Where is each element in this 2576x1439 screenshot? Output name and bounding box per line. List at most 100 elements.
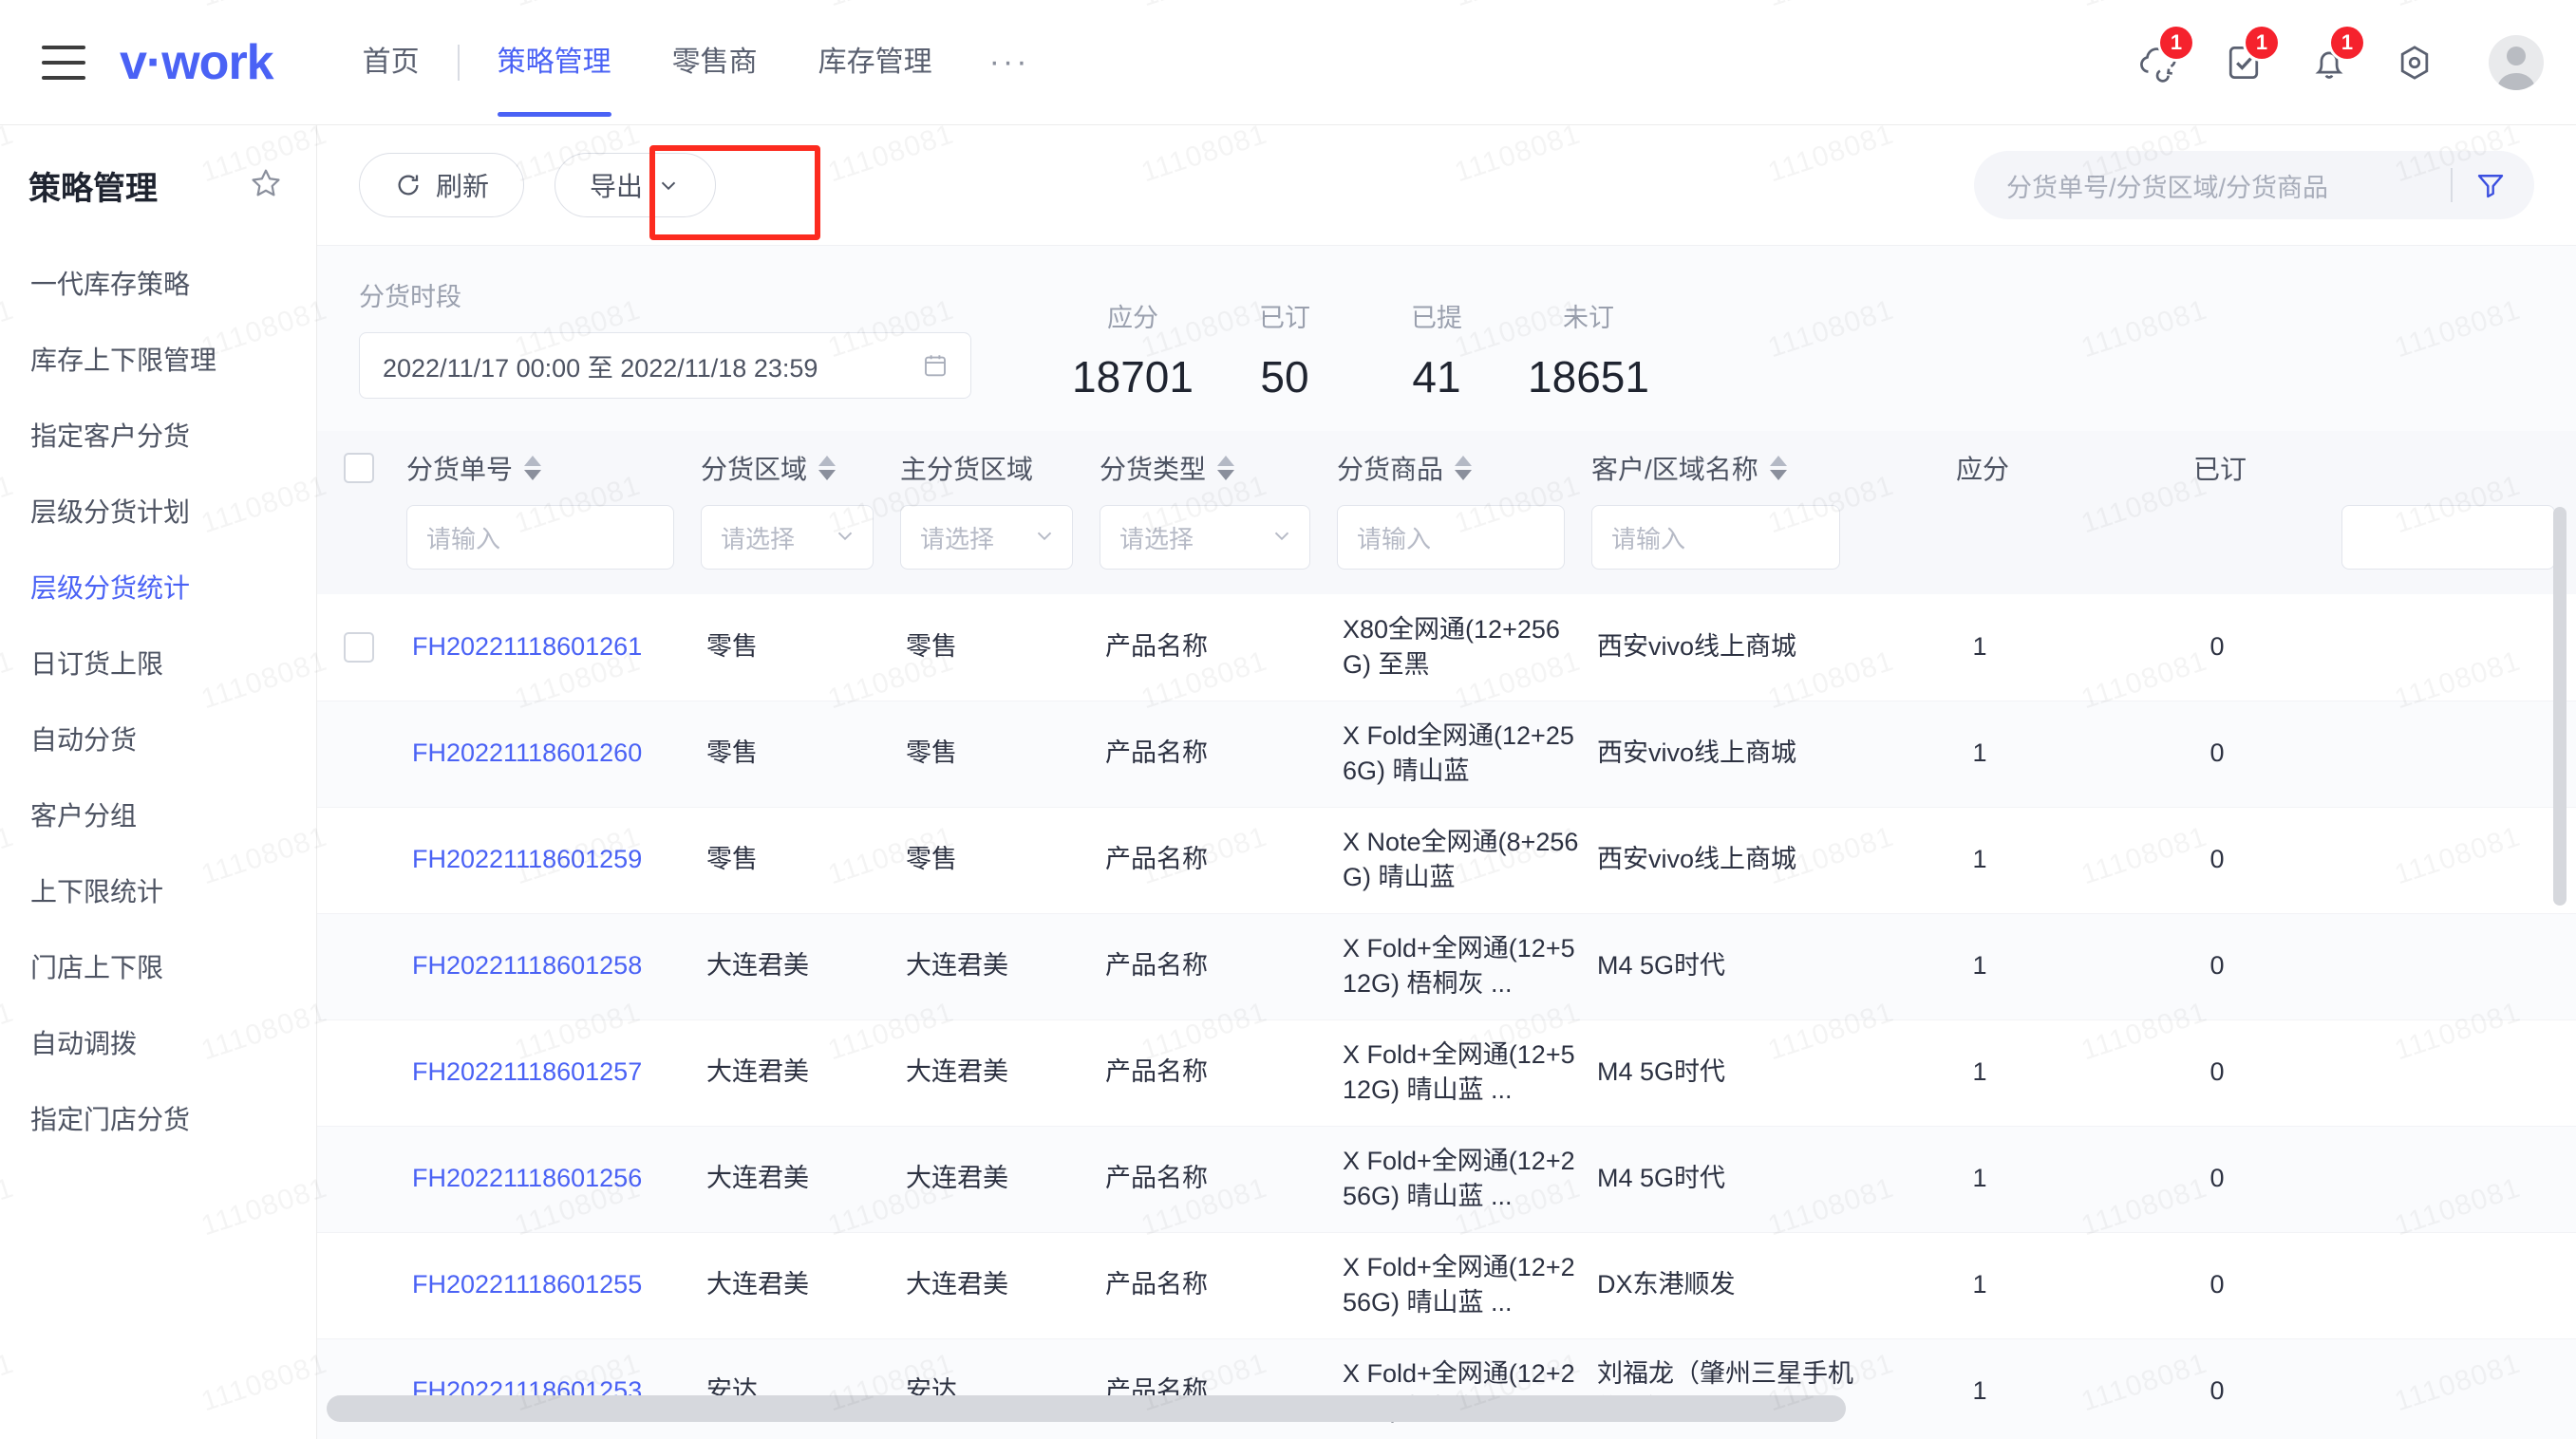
sidebar-item-designated-store[interactable]: 指定门店分货 [0,1080,316,1156]
row-checkbox[interactable] [344,631,374,663]
table-row[interactable]: FH20221118601256 大连君美 大连君美 产品名称 X Fold+全网通(1… [317,1126,2576,1233]
cell-order-no-text[interactable]: FH20221118601257 [406,1055,689,1090]
refresh-button[interactable]: 刷新 [359,153,525,217]
table-head: 分货单号 分货区域 主分货区域 分货类型 分货商品 客户/区域名称 应分 已订 … [317,431,2576,594]
cell-should-text: 1 [1972,1057,1987,1087]
task-check-icon[interactable]: 1 [2219,26,2278,87]
cell-order-no[interactable]: FH20221118601253 [401,1338,695,1439]
cell-order-no[interactable]: FH20221118601256 [401,1126,695,1233]
cell-order-no[interactable]: FH20221118601257 [401,1019,695,1127]
nav-item-strategy[interactable]: 策略管理 [467,47,642,117]
hamburger-icon[interactable] [42,45,85,80]
table-row[interactable]: FH20221118601253安达安达产品名称X Fold+全网通(12+25… [317,1338,2576,1439]
cell-should: 1 [1861,594,2098,701]
sort-icon[interactable] [818,456,837,480]
filter-select-main-zone[interactable]: 请选择 [900,505,1073,570]
cell-order-no-text[interactable]: FH20221118601259 [406,842,689,877]
cell-zone: 大连君美 [695,1019,894,1127]
vertical-scrollbar-thumb[interactable] [2553,507,2567,906]
nav-more-icon[interactable]: ··· [963,46,1057,79]
sort-icon[interactable] [524,456,542,480]
settings-hex-icon[interactable] [2390,38,2439,87]
sidebar-item-customer-group[interactable]: 客户分组 [0,776,316,852]
cell-main-zone: 大连君美 [894,1126,1094,1233]
cell-order-no-text[interactable]: FH20221118601256 [406,1161,689,1196]
cell-customer: 西安vivo线上商城 [1586,701,1861,808]
table-row[interactable]: FH20221118601261 零售 零售 产品名称 X80全网通(12+256G) … [317,594,2576,701]
sort-icon[interactable] [1455,456,1473,480]
sidebar-item-inventory-limits[interactable]: 库存上下限管理 [0,321,316,397]
sidebar-item-designated-customer[interactable]: 指定客户分货 [0,397,316,473]
th-order-no[interactable]: 分货单号 [401,431,695,505]
filter-cell-ordered [2098,505,2336,594]
cell-main-zone: 大连君美 [894,913,1094,1020]
cell-order-no-text[interactable]: FH20221118601258 [406,948,689,983]
search-box[interactable]: 分货单号/分货区域/分货商品 [1974,151,2534,219]
vertical-scrollbar[interactable] [2553,431,2570,1439]
table-row[interactable]: FH20221118601255 大连君美 大连君美 产品名称 X Fold+全网通(1… [317,1232,2576,1339]
sort-icon[interactable] [1769,456,1787,480]
filter-input-order-no[interactable]: 请输入 [406,505,674,570]
cell-order-no[interactable]: FH20221118601261 [401,594,695,701]
filter-select-dist-type[interactable]: 请选择 [1100,505,1310,570]
cell-order-no[interactable]: FH20221118601258 [401,913,695,1020]
metric-label: 未订 [1563,304,1614,332]
sidebar-item-tiered-plan[interactable]: 层级分货计划 [0,473,316,549]
cell-goods: X Fold全网通(12+256G) 晴山蓝 [1331,701,1586,808]
user-avatar[interactable] [2489,34,2544,90]
search-input[interactable]: 分货单号/分货区域/分货商品 [2006,167,2443,204]
cloud-sync-icon[interactable]: 1 [2134,26,2192,87]
nav-item-retailer[interactable]: 零售商 [642,47,788,77]
sidebar-item-limit-stats[interactable]: 上下限统计 [0,852,316,928]
sidebar-item-auto-distribution[interactable]: 自动分货 [0,701,316,776]
table-scroll-area[interactable]: 分货单号 分货区域 主分货区域 分货类型 分货商品 客户/区域名称 应分 已订 … [317,431,2576,1439]
filter-input-goods[interactable]: 请输入 [1337,505,1565,570]
row-select-cell [317,1126,401,1233]
sidebar-item-store-limits[interactable]: 门店上下限 [0,928,316,1004]
date-range-input[interactable]: 2022/11/17 00:00 至 2022/11/18 23:59 [359,332,971,399]
cell-should-text: 1 [1972,1164,1987,1193]
brand-logo[interactable]: v·work [120,34,274,91]
table-row[interactable]: FH20221118601260 零售 零售 产品名称 X Fold全网通(12+256… [317,701,2576,808]
cell-order-no[interactable]: FH20221118601255 [401,1232,695,1339]
table-row[interactable]: FH20221118601257 大连君美 大连君美 产品名称 X Fold+全网通(1… [317,1019,2576,1127]
top-header-bar: v·work 首页 策略管理 零售商 库存管理 ··· 1 1 1 [0,0,2576,125]
sidebar-item-auto-transfer[interactable]: 自动调拨 [0,1004,316,1080]
nav-item-home[interactable]: 首页 [332,47,450,77]
cell-order-no[interactable]: FH20221118601260 [401,701,695,808]
filter-input-customer[interactable]: 请输入 [1591,505,1840,570]
table-row[interactable]: FH20221118601259 零售 零售 产品名称 X Note全网通(8+256G… [317,807,2576,914]
star-outline-icon[interactable] [248,165,284,206]
calendar-icon[interactable] [921,351,950,380]
th-dist-type[interactable]: 分货类型 [1094,431,1331,505]
th-select-all [317,431,401,505]
toolbar: 刷新 导出 分货单号/分货区域/分货商品 [317,125,2576,245]
sort-icon[interactable] [1217,456,1235,480]
cell-main-zone-text: 大连君美 [906,1164,1008,1193]
cell-should-text: 1 [1972,951,1987,981]
nav-item-inventory[interactable]: 库存管理 [788,47,963,77]
bell-icon[interactable]: 1 [2304,26,2363,87]
cell-extra [2336,1019,2576,1127]
export-button[interactable]: 导出 [555,153,717,217]
cell-order-no-text[interactable]: FH20221118601261 [406,629,689,664]
sidebar-item-daily-order-limit[interactable]: 日订货上限 [0,625,316,701]
cell-order-no-text[interactable]: FH20221118601255 [406,1267,689,1302]
filter-input-extra[interactable] [2341,505,2555,570]
horizontal-scrollbar-thumb[interactable] [327,1395,1846,1422]
sidebar-item-first-gen-inventory[interactable]: 一代库存策略 [0,245,316,321]
metric-value: 18651 [1528,352,1649,402]
th-zone[interactable]: 分货区域 [695,431,894,505]
funnel-icon[interactable] [2473,168,2523,202]
horizontal-scrollbar[interactable] [317,1395,2576,1422]
cell-order-no-text[interactable]: FH20221118601260 [406,736,689,771]
cell-dist-type-text: 产品名称 [1105,845,1208,874]
filter-select-zone[interactable]: 请选择 [701,505,874,570]
th-customer[interactable]: 客户/区域名称 [1586,431,1861,505]
cell-order-no[interactable]: FH20221118601259 [401,807,695,914]
table-row[interactable]: FH20221118601258 大连君美 大连君美 产品名称 X Fold+全网通(1… [317,913,2576,1020]
th-goods[interactable]: 分货商品 [1331,431,1586,505]
select-all-checkbox[interactable] [344,453,374,483]
filter-cell-customer: 请输入 [1586,505,1861,594]
sidebar-item-tiered-stats[interactable]: 层级分货统计 [0,549,316,625]
